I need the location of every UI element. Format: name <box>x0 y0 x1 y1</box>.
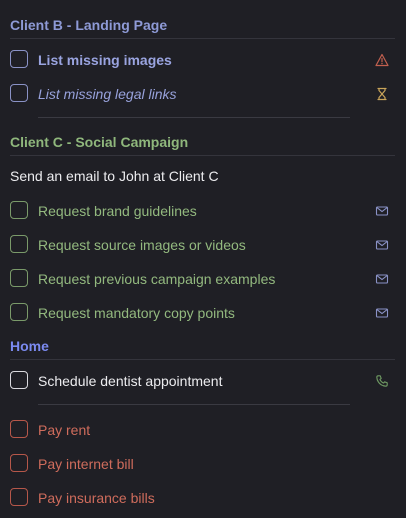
task-label[interactable]: Request source images or videos <box>38 237 246 253</box>
task-item: Pay insurance bills <box>10 488 395 508</box>
task-checkbox[interactable] <box>10 50 28 68</box>
task-item: List missing legal links <box>10 84 395 104</box>
task-label[interactable]: Pay rent <box>38 422 90 438</box>
task-checkbox[interactable] <box>10 420 28 438</box>
mail-icon <box>375 272 389 286</box>
mail-icon <box>375 204 389 218</box>
task-label[interactable]: Pay internet bill <box>38 456 134 472</box>
mail-icon <box>375 306 389 320</box>
task-checkbox[interactable] <box>10 454 28 472</box>
task-checkbox[interactable] <box>10 488 28 506</box>
task-checkbox[interactable] <box>10 269 28 287</box>
phone-icon <box>375 374 389 388</box>
task-label[interactable]: Request brand guidelines <box>38 203 197 219</box>
task-checkbox[interactable] <box>10 303 28 321</box>
hourglass-icon <box>375 87 389 101</box>
divider <box>38 404 350 405</box>
task-item: Request mandatory copy points <box>10 303 395 323</box>
task-item: Request brand guidelines <box>10 201 395 221</box>
section-header-client-c: Client C - Social Campaign <box>10 134 395 156</box>
task-label[interactable]: List missing images <box>38 52 172 68</box>
task-group-heading[interactable]: Send an email to John at Client C <box>10 168 395 184</box>
task-checkbox[interactable] <box>10 235 28 253</box>
divider <box>38 117 350 118</box>
task-checkbox[interactable] <box>10 201 28 219</box>
task-label[interactable]: Request previous campaign examples <box>38 271 275 287</box>
task-item: Pay internet bill <box>10 454 395 474</box>
task-checkbox[interactable] <box>10 84 28 102</box>
task-item: Schedule dentist appointment <box>10 371 395 391</box>
task-item: Request previous campaign examples <box>10 269 395 289</box>
warning-icon <box>375 53 389 67</box>
section-header-client-b: Client B - Landing Page <box>10 17 395 39</box>
task-label[interactable]: Pay insurance bills <box>38 490 155 506</box>
task-label[interactable]: Request mandatory copy points <box>38 305 235 321</box>
mail-icon <box>375 238 389 252</box>
section-header-home: Home <box>10 338 395 360</box>
task-item: Request source images or videos <box>10 235 395 255</box>
task-checkbox[interactable] <box>10 371 28 389</box>
task-item: List missing images <box>10 50 395 70</box>
task-label[interactable]: Schedule dentist appointment <box>38 373 222 389</box>
task-label[interactable]: List missing legal links <box>38 86 177 102</box>
task-item: Pay rent <box>10 420 395 440</box>
